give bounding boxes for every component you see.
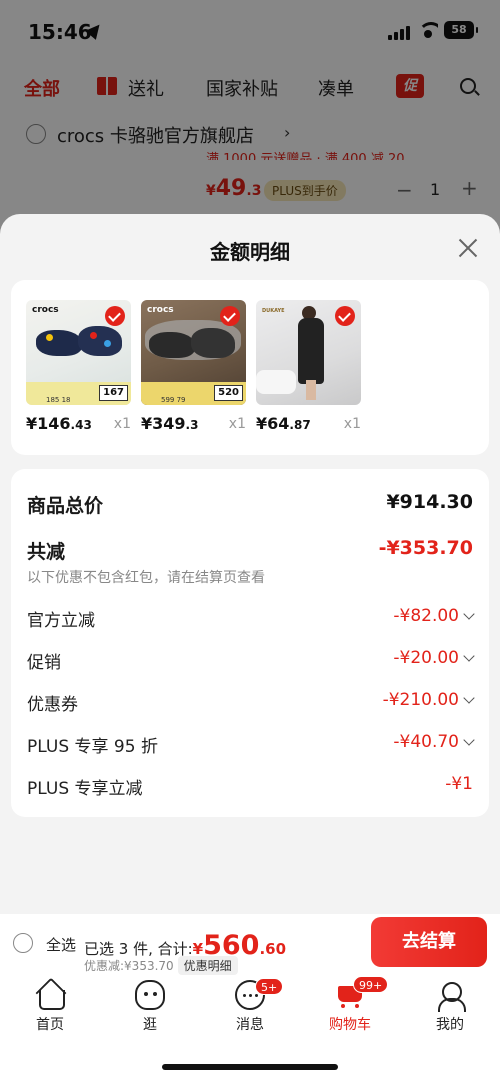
check-icon[interactable]: [105, 306, 125, 326]
shoe-image: [36, 330, 82, 356]
product-price: ¥349.3: [141, 414, 199, 433]
product-item[interactable]: DUKAYE ¥64.87 x1: [256, 300, 361, 433]
total-label: 商品总价: [27, 495, 104, 517]
close-icon[interactable]: [456, 236, 480, 260]
discount-detail-button[interactable]: 优惠明细: [177, 956, 238, 975]
messages-badge: 5+: [255, 978, 284, 995]
product-qty: x1: [113, 416, 131, 432]
discount-label: 共减: [27, 541, 66, 563]
products-card: crocs 185 18 167 ¥146.43 x1 crocs 599 79…: [11, 280, 489, 455]
shoe-image: [191, 328, 235, 358]
image-price-box: 520: [214, 385, 243, 401]
discount-value: -¥353.70: [378, 537, 473, 559]
image-price-box: 167: [99, 385, 128, 401]
product-price: ¥64.87: [256, 414, 311, 433]
amount-detail-sheet: 金额明细 crocs 185 18 167 ¥146.43 x1 crocs 5…: [0, 214, 500, 914]
price-summary-card: 商品总价 ¥914.30 共减 -¥353.70 以下优惠不包含红包，请在结算页…: [11, 469, 489, 817]
cart-icon: 99+: [335, 976, 389, 1010]
product-item[interactable]: crocs 185 18 167 ¥146.43 x1: [26, 300, 131, 433]
discount-note: 以下优惠不包含红包，请在结算页查看: [27, 570, 265, 586]
select-all-label[interactable]: 全选: [46, 934, 76, 955]
product-image: crocs 185 18 167: [26, 300, 131, 405]
check-icon[interactable]: [335, 306, 355, 326]
bottom-nav: 首页 逛 5+ 消息 99+ 购物车 我的: [0, 976, 500, 1081]
dress-image: [298, 318, 324, 384]
shoe-image: [149, 332, 195, 358]
nav-home[interactable]: 首页: [10, 980, 90, 1034]
select-all-radio[interactable]: [13, 933, 33, 953]
message-icon: 5+: [235, 978, 284, 1010]
nav-me[interactable]: 我的: [410, 980, 490, 1034]
home-indicator: [162, 1064, 338, 1070]
nav-cart[interactable]: 99+ 购物车: [310, 976, 390, 1034]
product-qty: x1: [228, 416, 246, 432]
strip-numbers: 599 79: [161, 396, 186, 404]
nav-messages[interactable]: 5+ 消息: [210, 978, 290, 1034]
product-image: crocs 599 79 520: [141, 300, 246, 405]
product-item[interactable]: crocs 599 79 520 ¥349.3 x1: [141, 300, 246, 433]
saved-amount: 优惠减:¥353.70 优惠明细: [84, 956, 238, 975]
product-price: ¥146.43: [26, 414, 92, 433]
brand-logo: crocs: [147, 305, 174, 315]
browse-icon: [135, 980, 165, 1010]
home-icon: [35, 980, 65, 1010]
cart-badge: 99+: [353, 976, 389, 993]
profile-icon: [435, 980, 466, 1012]
product-image: DUKAYE: [256, 300, 361, 405]
brand-logo: DUKAYE: [262, 308, 285, 314]
total-value: ¥914.30: [386, 491, 473, 513]
shoe-image: [78, 326, 122, 356]
sheet-title: 金额明细: [210, 240, 290, 264]
nav-browse[interactable]: 逛: [110, 980, 190, 1034]
checkout-bar: 全选 已选 3 件, 合计:¥560.60 优惠减:¥353.70 优惠明细 去结…: [0, 914, 500, 976]
product-qty: x1: [343, 416, 361, 432]
brand-logo: crocs: [32, 305, 59, 315]
strip-numbers: 185 18: [46, 396, 71, 404]
checkout-button[interactable]: 去结算: [371, 917, 487, 967]
check-icon[interactable]: [220, 306, 240, 326]
